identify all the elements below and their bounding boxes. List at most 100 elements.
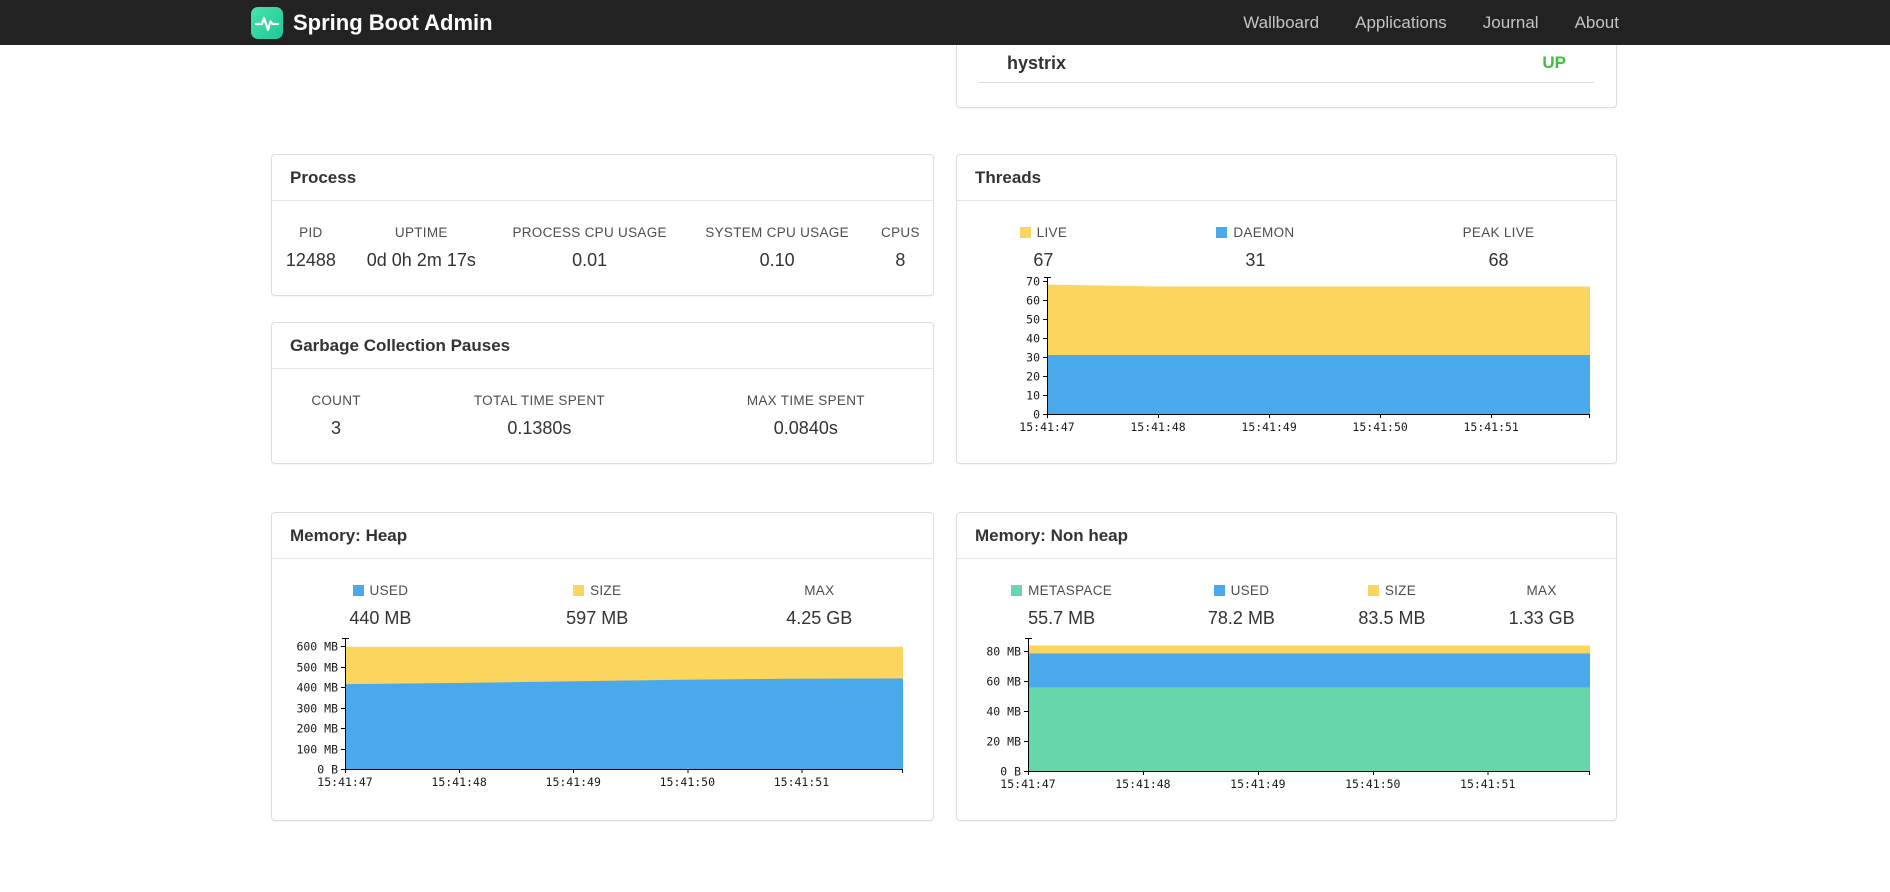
app-logo-icon [251, 6, 283, 39]
threads-panel-title: Threads [957, 155, 1616, 201]
stat-value: 31 [1245, 250, 1266, 270]
stat-value: 78.2 MB [1207, 608, 1275, 628]
svg-text:100 MB: 100 MB [296, 743, 338, 757]
legend-chip [1011, 585, 1023, 596]
memory-nonheap-panel-title: Memory: Non heap [957, 513, 1616, 559]
navbar: Spring Boot Admin Wallboard Applications… [0, 0, 1890, 45]
svg-text:15:41:50: 15:41:50 [1352, 420, 1407, 434]
stats-table: COUNT TOTAL TIME SPENT MAX TIME SPENT 3 0.13… [272, 393, 933, 439]
gc-stats: COUNT TOTAL TIME SPENT MAX TIME SPENT 3 0.13… [272, 393, 933, 439]
application-row[interactable]: hystrix UP [979, 44, 1594, 83]
svg-text:15:41:48: 15:41:48 [431, 775, 486, 789]
threads-panel: Threads LIVE DAEMON PEAK LIVE 67 31 68 0 10 20 3… [956, 154, 1617, 464]
memory-heap-panel-title: Memory: Heap [272, 513, 933, 559]
main-content: Process PID UPTIME PROCESS CPU USAGE SYSTEM… [271, 0, 1617, 821]
nav-about[interactable]: About [1575, 13, 1619, 33]
process-stats: PID UPTIME PROCESS CPU USAGE SYSTEM CPU USA… [272, 225, 933, 271]
stat-label: SIZE [1317, 583, 1468, 600]
stats-table: USED SIZE MAX 440 MB 597 MB 4.25 GB [272, 583, 933, 629]
svg-text:15:41:49: 15:41:49 [1241, 420, 1296, 434]
stat-label: PID [299, 225, 323, 240]
stat-label: SIZE [489, 583, 706, 600]
svg-text:80 MB: 80 MB [986, 645, 1021, 659]
svg-text:15:41:51: 15:41:51 [1460, 777, 1515, 791]
stat-label: MAX TIME SPENT [746, 393, 865, 408]
gc-panel-title: Garbage Collection Pauses [272, 323, 933, 369]
svg-text:15:41:48: 15:41:48 [1130, 420, 1185, 434]
threads-chart: 0 10 20 30 40 50 60 70 15:41:47 15:41:48 15:41:49 1… [1019, 275, 1590, 434]
stat-value: 0.10 [759, 250, 795, 270]
memory-nonheap-legend: METASPACE USED SIZE MAX 55.7 MB 78.2 MB 83.5 M… [957, 583, 1616, 629]
stat-value: 4.25 GB [786, 608, 853, 628]
brand-title: Spring Boot Admin [293, 9, 493, 35]
stat-label: SYSTEM CPU USAGE [705, 225, 849, 240]
stat-value: 68 [1488, 250, 1509, 270]
svg-text:0: 0 [1033, 408, 1040, 422]
svg-text:15:41:51: 15:41:51 [1463, 420, 1518, 434]
stats-table: METASPACE USED SIZE MAX 55.7 MB 78.2 MB 83.5 M… [957, 583, 1616, 629]
svg-text:400 MB: 400 MB [296, 681, 338, 695]
navbar-inner: Spring Boot Admin Wallboard Applications… [251, 0, 1619, 45]
process-panel-title: Process [272, 155, 933, 201]
stat-label: MAX [1526, 583, 1557, 598]
stat-label: MAX [804, 583, 835, 598]
stat-label: PEAK LIVE [1462, 225, 1535, 240]
svg-text:60: 60 [1026, 294, 1040, 308]
svg-text:200 MB: 200 MB [296, 722, 338, 736]
right-column: hystrix UP Threads LIVE DAEMON PEAK LIVE 67… [956, 0, 1617, 821]
stats-table: PID UPTIME PROCESS CPU USAGE SYSTEM CPU USA… [272, 225, 933, 271]
stat-label: METASPACE [957, 583, 1166, 600]
svg-text:15:41:47: 15:41:47 [317, 775, 372, 789]
application-name: hystrix [1007, 52, 1067, 73]
stats-table: LIVE DAEMON PEAK LIVE 67 31 68 [957, 225, 1616, 271]
nav-journal[interactable]: Journal [1483, 13, 1539, 33]
nav-wallboard[interactable]: Wallboard [1243, 13, 1319, 33]
brand[interactable]: Spring Boot Admin [251, 0, 493, 45]
threads-legend: LIVE DAEMON PEAK LIVE 67 31 68 [957, 225, 1616, 271]
memory-heap-chart: 0 B 100 MB 200 MB 300 MB 400 MB 500 MB 600 MB 1… [296, 638, 903, 789]
svg-text:500 MB: 500 MB [296, 661, 338, 675]
svg-text:0 B: 0 B [317, 763, 338, 777]
stat-value: 55.7 MB [1028, 608, 1096, 628]
stat-value: 8 [895, 250, 906, 270]
stat-value: 83.5 MB [1358, 608, 1426, 628]
stat-label: PROCESS CPU USAGE [512, 225, 667, 240]
memory-nonheap-chart: 0 B 20 MB 40 MB 60 MB 80 MB 15:41:47 15:41:48 1… [986, 638, 1590, 791]
stat-value: 0d 0h 2m 17s [366, 250, 476, 270]
svg-text:60 MB: 60 MB [986, 675, 1021, 689]
memory-heap-legend: USED SIZE MAX 440 MB 597 MB 4.25 GB [272, 583, 933, 629]
svg-text:10: 10 [1026, 389, 1040, 403]
svg-text:600 MB: 600 MB [296, 640, 338, 654]
svg-text:15:41:47: 15:41:47 [1019, 420, 1074, 434]
stat-label: LIVE [957, 225, 1130, 242]
svg-text:70: 70 [1026, 275, 1040, 289]
svg-text:15:41:49: 15:41:49 [1230, 777, 1285, 791]
stat-value: 12488 [285, 250, 336, 270]
left-column: Process PID UPTIME PROCESS CPU USAGE SYSTEM… [271, 154, 934, 821]
svg-text:15:41:48: 15:41:48 [1115, 777, 1170, 791]
stat-value: 597 MB [566, 608, 629, 628]
stat-label: COUNT [311, 393, 361, 408]
svg-text:15:41:51: 15:41:51 [774, 775, 829, 789]
stat-label: USED [272, 583, 489, 600]
legend-chip [1019, 227, 1031, 238]
svg-text:40 MB: 40 MB [986, 705, 1021, 719]
svg-text:15:41:47: 15:41:47 [1000, 777, 1055, 791]
stat-value: 67 [1033, 250, 1054, 270]
legend-chip [573, 585, 585, 596]
svg-text:0 B: 0 B [1000, 765, 1021, 779]
memory-heap-panel: Memory: Heap USED SIZE MAX 440 MB 597 MB 4.25… [271, 512, 934, 821]
svg-text:20: 20 [1026, 370, 1040, 384]
stat-label: DAEMON [1130, 225, 1381, 242]
svg-text:50: 50 [1026, 313, 1040, 327]
process-panel: Process PID UPTIME PROCESS CPU USAGE SYSTEM… [271, 154, 934, 296]
memory-nonheap-panel: Memory: Non heap METASPACE USED SIZE MAX 55.… [956, 512, 1617, 821]
legend-chip [1213, 585, 1225, 596]
stat-label: USED [1166, 583, 1317, 600]
stat-value: 0.01 [572, 250, 608, 270]
stat-label: UPTIME [394, 225, 448, 240]
legend-chip [352, 585, 364, 596]
svg-text:15:41:49: 15:41:49 [546, 775, 601, 789]
svg-text:40: 40 [1026, 332, 1040, 346]
nav-applications[interactable]: Applications [1355, 13, 1447, 33]
